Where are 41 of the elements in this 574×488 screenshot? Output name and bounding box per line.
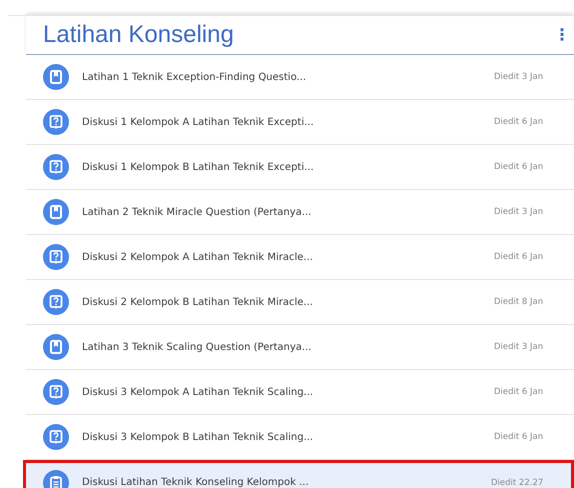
- classwork-item[interactable]: Diskusi 1 Kelompok B Latihan Teknik Excepti... Diedit 6 Jan: [26, 145, 574, 190]
- classwork-item[interactable]: Diskusi 2 Kelompok A Latihan Teknik Miracle... Diedit 6 Jan: [26, 235, 574, 280]
- edited-date: Diedit 3 Jan: [494, 72, 544, 82]
- classwork-item[interactable]: Diskusi 3 Kelompok A Latihan Teknik Scaling... Diedit 6 Jan: [26, 370, 574, 415]
- item-title: Latihan 3 Teknik Scaling Question (Pertanya...: [82, 342, 312, 352]
- item-title: Diskusi 2 Kelompok B Latihan Teknik Miracle...: [82, 296, 314, 308]
- edited-date: Diedit 3 Jan: [494, 342, 544, 352]
- item-title: Diskusi 3 Kelompok B Latihan Teknik Scaling...: [82, 432, 314, 442]
- item-title: Diskusi 1 Kelompok B Latihan Teknik Excepti...: [82, 162, 315, 172]
- edited-date: Diedit 6 Jan: [494, 162, 544, 172]
- item-title: Latihan 1 Teknik Exception-Finding Questio...: [82, 72, 308, 82]
- question-icon: [43, 289, 69, 315]
- question-icon: [43, 109, 69, 135]
- topic-title: Latihan Konseling: [43, 20, 235, 48]
- classwork-item[interactable]: Latihan 2 Teknik Miracle Question (Pertanya... Diedit 3 Jan: [26, 190, 574, 235]
- edited-date: Diedit 3 Jan: [494, 207, 544, 217]
- edited-date: Diedit 6 Jan: [494, 117, 544, 127]
- edited-date: Diedit 6 Jan: [494, 432, 544, 442]
- edited-date: Diedit 6 Jan: [494, 387, 544, 397]
- item-title: Diskusi 1 Kelompok A Latihan Teknik Excepti...: [82, 116, 315, 128]
- item-title: Diskusi 3 Kelompok A Latihan Teknik Scaling...: [82, 386, 314, 398]
- bookmark-icon: [43, 334, 69, 360]
- classwork-item[interactable]: Diskusi Latihan Teknik Konseling Kelompok ... Diedit 22.27: [23, 460, 574, 488]
- classwork-item[interactable]: Diskusi 2 Kelompok B Latihan Teknik Miracle... Diedit 8 Jan: [26, 280, 574, 325]
- item-title: Diskusi Latihan Teknik Konseling Kelompok ...: [82, 477, 310, 488]
- menu-icon[interactable]: ⋮: [554, 25, 566, 44]
- edited-date: Diedit 22.27: [491, 478, 544, 488]
- item-title: Latihan 2 Teknik Miracle Question (Pertanya...: [82, 206, 312, 218]
- question-icon: [43, 379, 69, 405]
- question-icon: [43, 424, 69, 450]
- classwork-item[interactable]: Latihan 1 Teknik Exception-Finding Questio... Diedit 3 Jan: [26, 55, 574, 100]
- classwork-item[interactable]: Latihan 3 Teknik Scaling Question (Pertanya... Diedit 3 Jan: [26, 325, 574, 370]
- question-icon: [43, 154, 69, 180]
- bookmark-icon: [43, 199, 69, 225]
- clipboard-icon: [43, 470, 69, 488]
- item-title: Diskusi 2 Kelompok A Latihan Teknik Miracle...: [82, 252, 314, 262]
- question-icon: [43, 244, 69, 270]
- edited-date: Diedit 6 Jan: [494, 252, 544, 262]
- edited-date: Diedit 8 Jan: [494, 297, 544, 307]
- bookmark-icon: [43, 64, 69, 90]
- classwork-item[interactable]: Diskusi 1 Kelompok A Latihan Teknik Excepti... Diedit 6 Jan: [26, 100, 574, 145]
